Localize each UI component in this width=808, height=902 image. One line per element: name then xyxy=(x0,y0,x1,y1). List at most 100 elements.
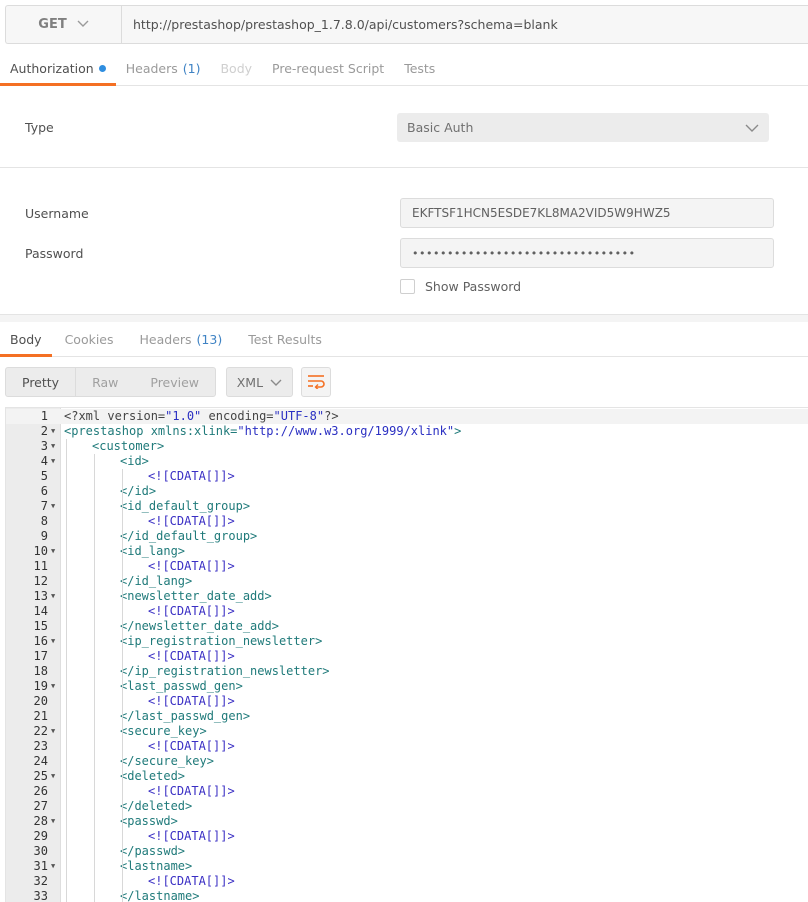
request-tab-body[interactable]: Body xyxy=(210,52,262,85)
code-line: 8 <![CDATA[]]> xyxy=(6,514,808,529)
line-number: 28 xyxy=(33,814,48,828)
code-line: 23 <![CDATA[]]> xyxy=(6,739,808,754)
code-line: 17 <![CDATA[]]> xyxy=(6,649,808,664)
code-line: 24 </secure_key> xyxy=(6,754,808,769)
request-tab-pre-request-script[interactable]: Pre-request Script xyxy=(262,52,394,85)
code-text: </ip_registration_newsletter> xyxy=(120,664,330,678)
line-number: 5 xyxy=(40,469,48,483)
line-number: 4 xyxy=(40,454,48,468)
section-separator xyxy=(0,314,808,322)
line-number: 8 xyxy=(40,514,48,528)
code-text: </id_default_group> xyxy=(120,529,258,543)
divider xyxy=(0,167,808,168)
fold-toggle-icon[interactable]: ▼ xyxy=(51,769,55,784)
code-text: </last_passwd_gen> xyxy=(120,709,251,723)
tab-label: Headers xyxy=(139,331,192,347)
show-password-checkbox[interactable] xyxy=(400,279,415,294)
fold-toggle-icon[interactable]: ▼ xyxy=(51,724,55,739)
code-line: 9 </id_default_group> xyxy=(6,529,808,544)
fold-toggle-icon[interactable]: ▼ xyxy=(51,679,55,694)
response-tab-test-results[interactable]: Test Results xyxy=(235,322,335,356)
code-text: <![CDATA[]]> xyxy=(148,514,235,528)
code-line: 27 </deleted> xyxy=(6,799,808,814)
code-text: </id_lang> xyxy=(120,574,193,588)
chevron-down-icon xyxy=(77,18,89,31)
fold-toggle-icon[interactable]: ▼ xyxy=(51,439,55,454)
code-text: </newsletter_date_add> xyxy=(120,619,279,633)
code-line: 6 </id> xyxy=(6,484,808,499)
fold-toggle-icon[interactable]: ▼ xyxy=(51,634,55,649)
line-number: 27 xyxy=(33,799,48,813)
fold-toggle-icon[interactable]: ▼ xyxy=(51,544,55,559)
line-number: 24 xyxy=(33,754,48,768)
wrap-lines-icon xyxy=(307,373,325,392)
line-number: 3 xyxy=(40,439,48,453)
view-mode-raw[interactable]: Raw xyxy=(76,368,134,396)
code-line: 11 <![CDATA[]]> xyxy=(6,559,808,574)
code-text: <![CDATA[]]> xyxy=(148,694,235,708)
line-number: 2 xyxy=(40,424,48,438)
line-number: 11 xyxy=(33,559,48,573)
url-input[interactable]: http://prestashop/prestashop_1.7.8.0/api… xyxy=(122,6,808,43)
code-line: 2 ▼ <prestashop xmlns:xlink="http://www.w3… xyxy=(6,424,808,439)
fold-toggle-icon[interactable]: ▼ xyxy=(51,454,55,469)
line-number: 20 xyxy=(33,694,48,708)
auth-type-select[interactable]: Basic Auth xyxy=(397,113,769,142)
code-text: <![CDATA[]]> xyxy=(148,739,235,753)
indent-guide xyxy=(94,454,95,902)
tab-count-badge: (1) xyxy=(182,61,201,76)
tab-label: Test Results xyxy=(248,331,322,347)
tab-label: Tests xyxy=(404,61,436,76)
code-line: 29 <![CDATA[]]> xyxy=(6,829,808,844)
code-text: </secure_key> xyxy=(120,754,214,768)
line-number: 16 xyxy=(33,634,48,648)
show-password-label: Show Password xyxy=(425,279,522,294)
tab-label: Body xyxy=(220,61,253,76)
code-line: 7 ▼ <id_default_group> xyxy=(6,499,808,514)
view-mode-preview[interactable]: Preview xyxy=(134,368,215,396)
request-tabs: Authorization Headers (1) Body Pre-request S… xyxy=(0,52,808,86)
line-number: 33 xyxy=(33,889,48,902)
view-mode-pretty[interactable]: Pretty xyxy=(6,368,77,396)
line-number: 31 xyxy=(33,859,48,873)
request-tab-headers[interactable]: Headers (1) xyxy=(116,52,211,85)
wrap-lines-button[interactable] xyxy=(301,367,332,397)
fold-toggle-icon[interactable]: ▼ xyxy=(51,859,55,874)
line-number: 26 xyxy=(33,784,48,798)
username-field[interactable]: EKFTSF1HCN5ESDE7KL8MA2VID5W9HWZ5 xyxy=(400,198,774,228)
tab-label: Pre-request Script xyxy=(272,61,385,76)
fold-toggle-icon[interactable]: ▼ xyxy=(51,499,55,514)
format-select[interactable]: XML xyxy=(226,367,294,397)
password-field[interactable]: •••••••••••••••••••••••••••••••• xyxy=(400,238,774,268)
line-number: 10 xyxy=(33,544,48,558)
code-text: <last_passwd_gen> xyxy=(120,679,243,693)
code-text: <prestashop xmlns:xlink="http://www.w3.o… xyxy=(64,424,462,438)
code-line: 4 ▼ <id> xyxy=(6,454,808,469)
code-text: <deleted> xyxy=(120,769,186,783)
method-select[interactable]: GET xyxy=(6,6,122,43)
line-number: 7 xyxy=(40,499,48,513)
username-label: Username xyxy=(25,206,89,221)
code-text: </passwd> xyxy=(120,844,186,858)
line-number: 13 xyxy=(33,589,48,603)
fold-toggle-icon[interactable]: ▼ xyxy=(51,424,55,439)
code-text: <![CDATA[]]> xyxy=(148,559,235,573)
fold-toggle-icon[interactable]: ▼ xyxy=(51,814,55,829)
code-line: 26 <![CDATA[]]> xyxy=(6,784,808,799)
password-label: Password xyxy=(25,246,84,261)
response-tab-cookies[interactable]: Cookies xyxy=(52,322,127,356)
fold-toggle-icon[interactable]: ▼ xyxy=(51,589,55,604)
line-number: 18 xyxy=(33,664,48,678)
code-text: <![CDATA[]]> xyxy=(148,784,235,798)
response-body-viewer[interactable]: 1 <?xml version="1.0" encoding="UTF-8"?> 2… xyxy=(5,407,808,902)
request-tab-authorization[interactable]: Authorization xyxy=(0,52,116,86)
response-tab-headers[interactable]: Headers (13) xyxy=(127,322,236,356)
code-line: 32 <![CDATA[]]> xyxy=(6,874,808,889)
line-number: 17 xyxy=(33,649,48,663)
code-line: 19 ▼ <last_passwd_gen> xyxy=(6,679,808,694)
response-tab-body[interactable]: Body xyxy=(0,322,52,357)
request-tab-tests[interactable]: Tests xyxy=(394,52,445,85)
code-line: 18 </ip_registration_newsletter> xyxy=(6,664,808,679)
code-text: <![CDATA[]]> xyxy=(148,649,235,663)
code-line: 14 <![CDATA[]]> xyxy=(6,604,808,619)
